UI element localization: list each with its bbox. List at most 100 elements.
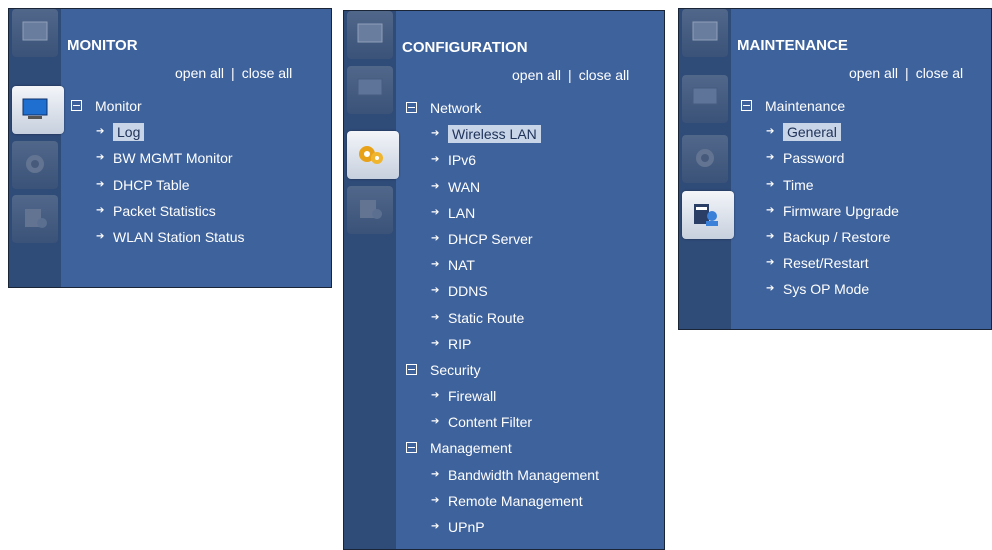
status-icon bbox=[692, 21, 718, 41]
menu-item-label: BW MGMT Monitor bbox=[113, 150, 233, 167]
menu-item-reset-restart[interactable]: ➔ Reset/Restart bbox=[731, 250, 991, 276]
menu-item-wan[interactable]: ➔ WAN bbox=[396, 174, 664, 200]
menu-item-wlan-station-status[interactable]: ➔ WLAN Station Status bbox=[61, 224, 331, 250]
menu-item-log[interactable]: ➔ Log bbox=[61, 119, 331, 145]
menu-item-ipv6[interactable]: ➔ IPv6 bbox=[396, 147, 664, 173]
tab-maintenance[interactable] bbox=[682, 191, 734, 239]
bullet-icon: ➔ bbox=[431, 206, 440, 218]
collapse-icon[interactable] bbox=[406, 363, 417, 375]
bullet-icon: ➔ bbox=[431, 128, 440, 140]
separator: | bbox=[568, 67, 572, 83]
menu-item-firewall[interactable]: ➔ Firewall bbox=[396, 383, 664, 409]
status-icon bbox=[357, 23, 383, 43]
open-close-links: open all | close all bbox=[175, 65, 292, 81]
tab-monitor[interactable] bbox=[12, 86, 64, 134]
menu-item-wireless-lan[interactable]: ➔ Wireless LAN bbox=[396, 121, 664, 147]
menu-item-ddns[interactable]: ➔ DDNS bbox=[396, 278, 664, 304]
bullet-icon: ➔ bbox=[96, 230, 105, 242]
menu-item-lan[interactable]: ➔ LAN bbox=[396, 200, 664, 226]
menu-item-dhcp-table[interactable]: ➔ DHCP Table bbox=[61, 172, 331, 198]
tree-group-management[interactable]: Management bbox=[396, 435, 664, 461]
bullet-icon: ➔ bbox=[431, 232, 440, 244]
bullet-icon: ➔ bbox=[766, 283, 775, 295]
maintenance-icon bbox=[25, 209, 47, 228]
tab-status[interactable] bbox=[682, 9, 728, 57]
bullet-icon: ➔ bbox=[766, 126, 775, 138]
menu-item-label: Reset/Restart bbox=[783, 255, 869, 272]
menu-item-firmware-upgrade[interactable]: ➔ Firmware Upgrade bbox=[731, 198, 991, 224]
panel-title: CONFIGURATION bbox=[402, 39, 528, 56]
menu-item-label: LAN bbox=[448, 204, 476, 221]
menu-item-static-route[interactable]: ➔ Static Route bbox=[396, 305, 664, 331]
configuration-icon bbox=[696, 149, 714, 167]
menu-content: MAINTENANCE open all | close al Maintenanc… bbox=[731, 9, 991, 329]
tab-maintenance[interactable] bbox=[12, 195, 58, 243]
tab-status[interactable] bbox=[347, 11, 393, 59]
menu-item-bandwidth-management[interactable]: ➔ Bandwidth Management bbox=[396, 462, 664, 488]
close-all-link[interactable]: close al bbox=[916, 65, 963, 81]
bullet-icon: ➔ bbox=[431, 180, 440, 192]
bullet-icon: ➔ bbox=[766, 257, 775, 269]
collapse-icon[interactable] bbox=[741, 100, 752, 111]
tab-configuration[interactable] bbox=[347, 131, 399, 179]
bullet-icon: ➔ bbox=[766, 178, 775, 190]
menu-item-packet-statistics[interactable]: ➔ Packet Statistics bbox=[61, 198, 331, 224]
bullet-icon: ➔ bbox=[96, 178, 105, 190]
tab-configuration[interactable] bbox=[12, 141, 58, 189]
menu-item-general[interactable]: ➔ General bbox=[731, 119, 991, 145]
menu-item-label: Firmware Upgrade bbox=[783, 202, 899, 219]
open-all-link[interactable]: open all bbox=[175, 65, 224, 81]
menu-item-content-filter[interactable]: ➔ Content Filter bbox=[396, 409, 664, 435]
tab-strip bbox=[344, 11, 399, 549]
menu-item-sys-op-mode[interactable]: ➔ Sys OP Mode bbox=[731, 276, 991, 302]
bullet-icon: ➔ bbox=[96, 126, 105, 138]
open-all-link[interactable]: open all bbox=[849, 65, 898, 81]
menu-tree: Network ➔ Wireless LAN ➔ IPv6 ➔ WAN ➔ LAN ➔ D… bbox=[396, 95, 664, 540]
bullet-icon: ➔ bbox=[431, 337, 440, 349]
menu-item-nat[interactable]: ➔ NAT bbox=[396, 252, 664, 278]
monitor-icon bbox=[22, 98, 48, 119]
menu-tree: Monitor ➔ Log ➔ BW MGMT Monitor ➔ DHCP Tabl… bbox=[61, 93, 331, 250]
menu-item-label: IPv6 bbox=[448, 152, 477, 169]
bullet-icon: ➔ bbox=[431, 390, 440, 402]
menu-item-dhcp-server[interactable]: ➔ DHCP Server bbox=[396, 226, 664, 252]
tab-status[interactable] bbox=[12, 9, 58, 57]
open-all-link[interactable]: open all bbox=[512, 67, 561, 83]
menu-item-remote-management[interactable]: ➔ Remote Management bbox=[396, 488, 664, 514]
configuration-icon bbox=[26, 155, 44, 173]
collapse-icon[interactable] bbox=[406, 442, 417, 454]
menu-item-label: DHCP Table bbox=[113, 176, 190, 193]
group-label: Monitor bbox=[95, 98, 142, 114]
close-all-link[interactable]: close all bbox=[579, 67, 630, 83]
menu-item-time[interactable]: ➔ Time bbox=[731, 172, 991, 198]
tab-monitor[interactable] bbox=[682, 75, 728, 123]
menu-item-label: Packet Statistics bbox=[113, 202, 216, 219]
maintenance-icon bbox=[694, 204, 718, 226]
group-label: Network bbox=[430, 100, 482, 116]
menu-item-bw-mgmt-monitor[interactable]: ➔ BW MGMT Monitor bbox=[61, 145, 331, 171]
maintenance-icon bbox=[360, 200, 382, 219]
open-close-links: open all | close al bbox=[849, 65, 963, 81]
tab-maintenance[interactable] bbox=[347, 186, 393, 234]
menu-item-label: Remote Management bbox=[448, 492, 583, 509]
tree-group-network[interactable]: Network bbox=[396, 95, 664, 121]
tab-configuration[interactable] bbox=[682, 135, 728, 183]
tab-monitor[interactable] bbox=[347, 66, 393, 114]
close-all-link[interactable]: close all bbox=[242, 65, 293, 81]
monitor-panel: MONITOR open all | close all Monitor ➔ Log … bbox=[8, 8, 332, 288]
separator: | bbox=[231, 65, 235, 81]
tree-group-maintenance[interactable]: Maintenance bbox=[731, 93, 991, 119]
menu-item-label: UPnP bbox=[448, 519, 485, 535]
maintenance-panel: MAINTENANCE open all | close al Maintenanc… bbox=[678, 8, 992, 330]
collapse-icon[interactable] bbox=[406, 102, 417, 113]
bullet-icon: ➔ bbox=[431, 494, 440, 506]
menu-item-upnp[interactable]: ➔ UPnP bbox=[396, 514, 664, 540]
tree-group-monitor[interactable]: Monitor bbox=[61, 93, 331, 119]
menu-item-password[interactable]: ➔ Password bbox=[731, 145, 991, 171]
tree-group-security[interactable]: Security bbox=[396, 357, 664, 383]
bullet-icon: ➔ bbox=[431, 468, 440, 480]
menu-item-rip[interactable]: ➔ RIP bbox=[396, 331, 664, 357]
panel-title: MAINTENANCE bbox=[737, 37, 848, 54]
menu-item-backup-restore[interactable]: ➔ Backup / Restore bbox=[731, 224, 991, 250]
collapse-icon[interactable] bbox=[71, 100, 82, 111]
